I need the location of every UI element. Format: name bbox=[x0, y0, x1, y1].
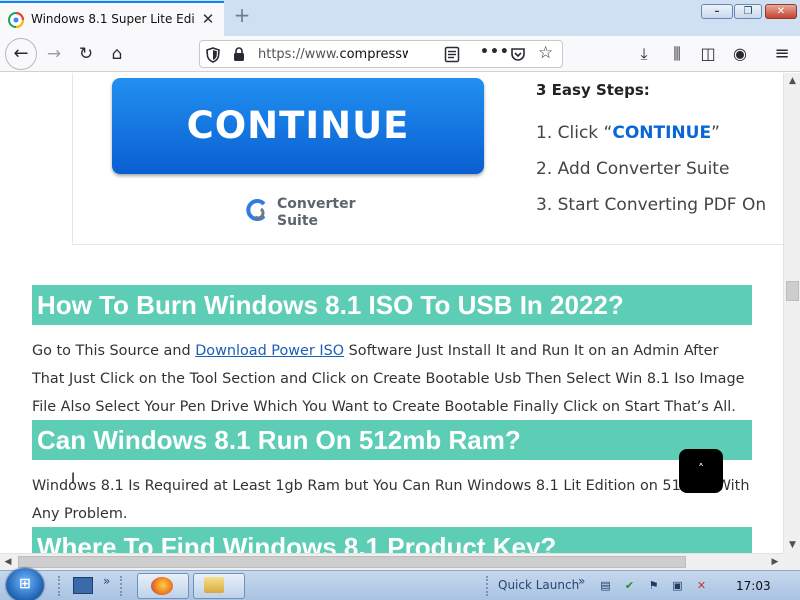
browser-title-bar: Windows 8.1 Super Lite Edition ✕ + – ❐ ✕ bbox=[0, 0, 800, 36]
address-bar[interactable]: https://www.compressw ••• ☆ bbox=[199, 40, 563, 68]
horizontal-scroll-thumb[interactable] bbox=[18, 556, 686, 568]
windows-logo-icon: ⊞ bbox=[19, 576, 31, 592]
reader-view-icon[interactable] bbox=[444, 46, 460, 63]
taskbar-clock[interactable]: 17:03 bbox=[736, 579, 771, 593]
scroll-to-top-button[interactable]: ˄ bbox=[679, 449, 723, 493]
download-power-iso-link[interactable]: Download Power ISO bbox=[195, 343, 344, 359]
taskbar-firefox-button[interactable] bbox=[137, 573, 189, 599]
taskbar-explorer-button[interactable] bbox=[193, 573, 245, 599]
tray-network-icon[interactable]: ▣ bbox=[670, 578, 685, 593]
url-host: compressw bbox=[339, 47, 408, 62]
window-close-button[interactable]: ✕ bbox=[765, 4, 797, 19]
converter-suite-logo-icon bbox=[246, 199, 266, 221]
brand-line-2: Suite bbox=[277, 213, 319, 229]
taskbar-grip[interactable] bbox=[58, 576, 62, 596]
step-3: 3. Start Converting PDF On bbox=[536, 195, 767, 215]
browser-tab[interactable]: Windows 8.1 Super Lite Edition ✕ bbox=[0, 1, 224, 36]
page-viewport: CONTINUE Converter Suite 3 Easy Steps: 1… bbox=[0, 73, 783, 553]
paragraph-512mb-ram: Windows 8.1 Is Required at Least 1gb Ram… bbox=[32, 478, 750, 522]
navigation-toolbar: ← → ↻ ⌂ https://www.compressw ••• ☆ ⤓ ⫼ … bbox=[0, 36, 800, 72]
paragraph-burn-iso: Go to This Source and Download Power ISO… bbox=[32, 337, 752, 421]
site-favicon-icon bbox=[8, 12, 24, 28]
tray-document-icon[interactable]: ▤ bbox=[598, 578, 613, 593]
library-button[interactable]: ⫼ bbox=[666, 43, 688, 65]
step-1-prefix: 1. Click “ bbox=[536, 123, 613, 143]
restore-icon: ❐ bbox=[743, 6, 753, 17]
lock-icon[interactable] bbox=[233, 47, 245, 62]
scroll-up-arrow-icon[interactable]: ▲ bbox=[784, 73, 800, 89]
step-1-suffix: ” bbox=[711, 123, 720, 143]
step-2: 2. Add Converter Suite bbox=[536, 159, 730, 179]
downloads-button[interactable]: ⤓ bbox=[633, 43, 655, 65]
folder-icon bbox=[204, 577, 224, 593]
tray-security-icon[interactable]: ✔ bbox=[622, 578, 637, 593]
home-button[interactable]: ⌂ bbox=[103, 40, 131, 68]
sidebar-button[interactable]: ◫ bbox=[697, 43, 719, 65]
firefox-icon bbox=[151, 577, 173, 595]
windows-taskbar: ⊞ » Quick Launch » ▤ ✔ ⚑ ▣ ✕ 17:03 bbox=[0, 568, 800, 600]
page-actions-more-icon[interactable]: ••• bbox=[480, 44, 510, 60]
quick-launch-label[interactable]: Quick Launch bbox=[498, 578, 579, 592]
window-minimize-button[interactable]: – bbox=[701, 4, 733, 19]
app-menu-button[interactable]: ≡ bbox=[771, 43, 793, 65]
horizontal-scrollbar[interactable]: ◀ ▶ bbox=[0, 553, 783, 570]
tray-flag-icon[interactable]: ⚑ bbox=[646, 578, 661, 593]
back-button[interactable]: ← bbox=[5, 38, 37, 70]
minimize-icon: – bbox=[714, 6, 720, 17]
step-1: 1. Click “CONTINUE” bbox=[536, 123, 720, 143]
heading-burn-iso: How To Burn Windows 8.1 ISO To USB In 20… bbox=[32, 285, 752, 325]
tab-close-icon[interactable]: ✕ bbox=[199, 10, 217, 28]
text-cursor-icon: I bbox=[71, 471, 76, 487]
pocket-icon[interactable] bbox=[510, 46, 526, 63]
taskbar-grip[interactable] bbox=[120, 576, 124, 596]
forward-button[interactable]: → bbox=[40, 40, 68, 68]
start-button[interactable]: ⊞ bbox=[6, 568, 44, 600]
scroll-right-arrow-icon[interactable]: ▶ bbox=[767, 554, 783, 570]
window-maximize-button[interactable]: ❐ bbox=[734, 4, 762, 19]
close-icon: ✕ bbox=[776, 6, 786, 17]
new-tab-button[interactable]: + bbox=[231, 5, 253, 27]
url-text[interactable]: https://www.compressw bbox=[258, 47, 408, 62]
show-desktop-icon[interactable] bbox=[73, 577, 93, 594]
heading-512mb-ram: Can Windows 8.1 Run On 512mb Ram? bbox=[32, 420, 752, 460]
scrollbar-corner bbox=[783, 553, 800, 570]
steps-title: 3 Easy Steps: bbox=[536, 81, 650, 99]
converter-suite-brand[interactable]: Converter Suite bbox=[277, 196, 387, 230]
step-1-highlight: CONTINUE bbox=[612, 123, 712, 143]
vertical-scroll-thumb[interactable] bbox=[786, 281, 799, 301]
tray-volume-muted-icon[interactable]: ✕ bbox=[694, 578, 709, 593]
scroll-left-arrow-icon[interactable]: ◀ bbox=[0, 554, 16, 570]
reload-button[interactable]: ↻ bbox=[72, 40, 100, 68]
quick-launch-expand-icon[interactable]: » bbox=[578, 574, 585, 588]
tab-title: Windows 8.1 Super Lite Edition bbox=[31, 12, 195, 26]
scroll-down-arrow-icon[interactable]: ▼ bbox=[784, 537, 800, 553]
continue-ad-button[interactable]: CONTINUE bbox=[112, 78, 484, 174]
brand-line-1: Converter bbox=[277, 196, 356, 212]
bookmark-star-icon[interactable]: ☆ bbox=[538, 43, 553, 63]
url-scheme: https://www. bbox=[258, 47, 340, 62]
account-button[interactable]: ◉ bbox=[729, 43, 751, 65]
quick-launch-chevron-icon[interactable]: » bbox=[103, 574, 110, 588]
burn-text-before: Go to This Source and bbox=[32, 343, 196, 359]
vertical-scrollbar[interactable]: ▲ ▼ bbox=[783, 73, 800, 553]
taskbar-grip[interactable] bbox=[486, 576, 490, 596]
tracking-protection-shield-icon[interactable] bbox=[206, 47, 220, 63]
heading-product-key: Where To Find Windows 8.1 Product Key? bbox=[32, 527, 752, 553]
